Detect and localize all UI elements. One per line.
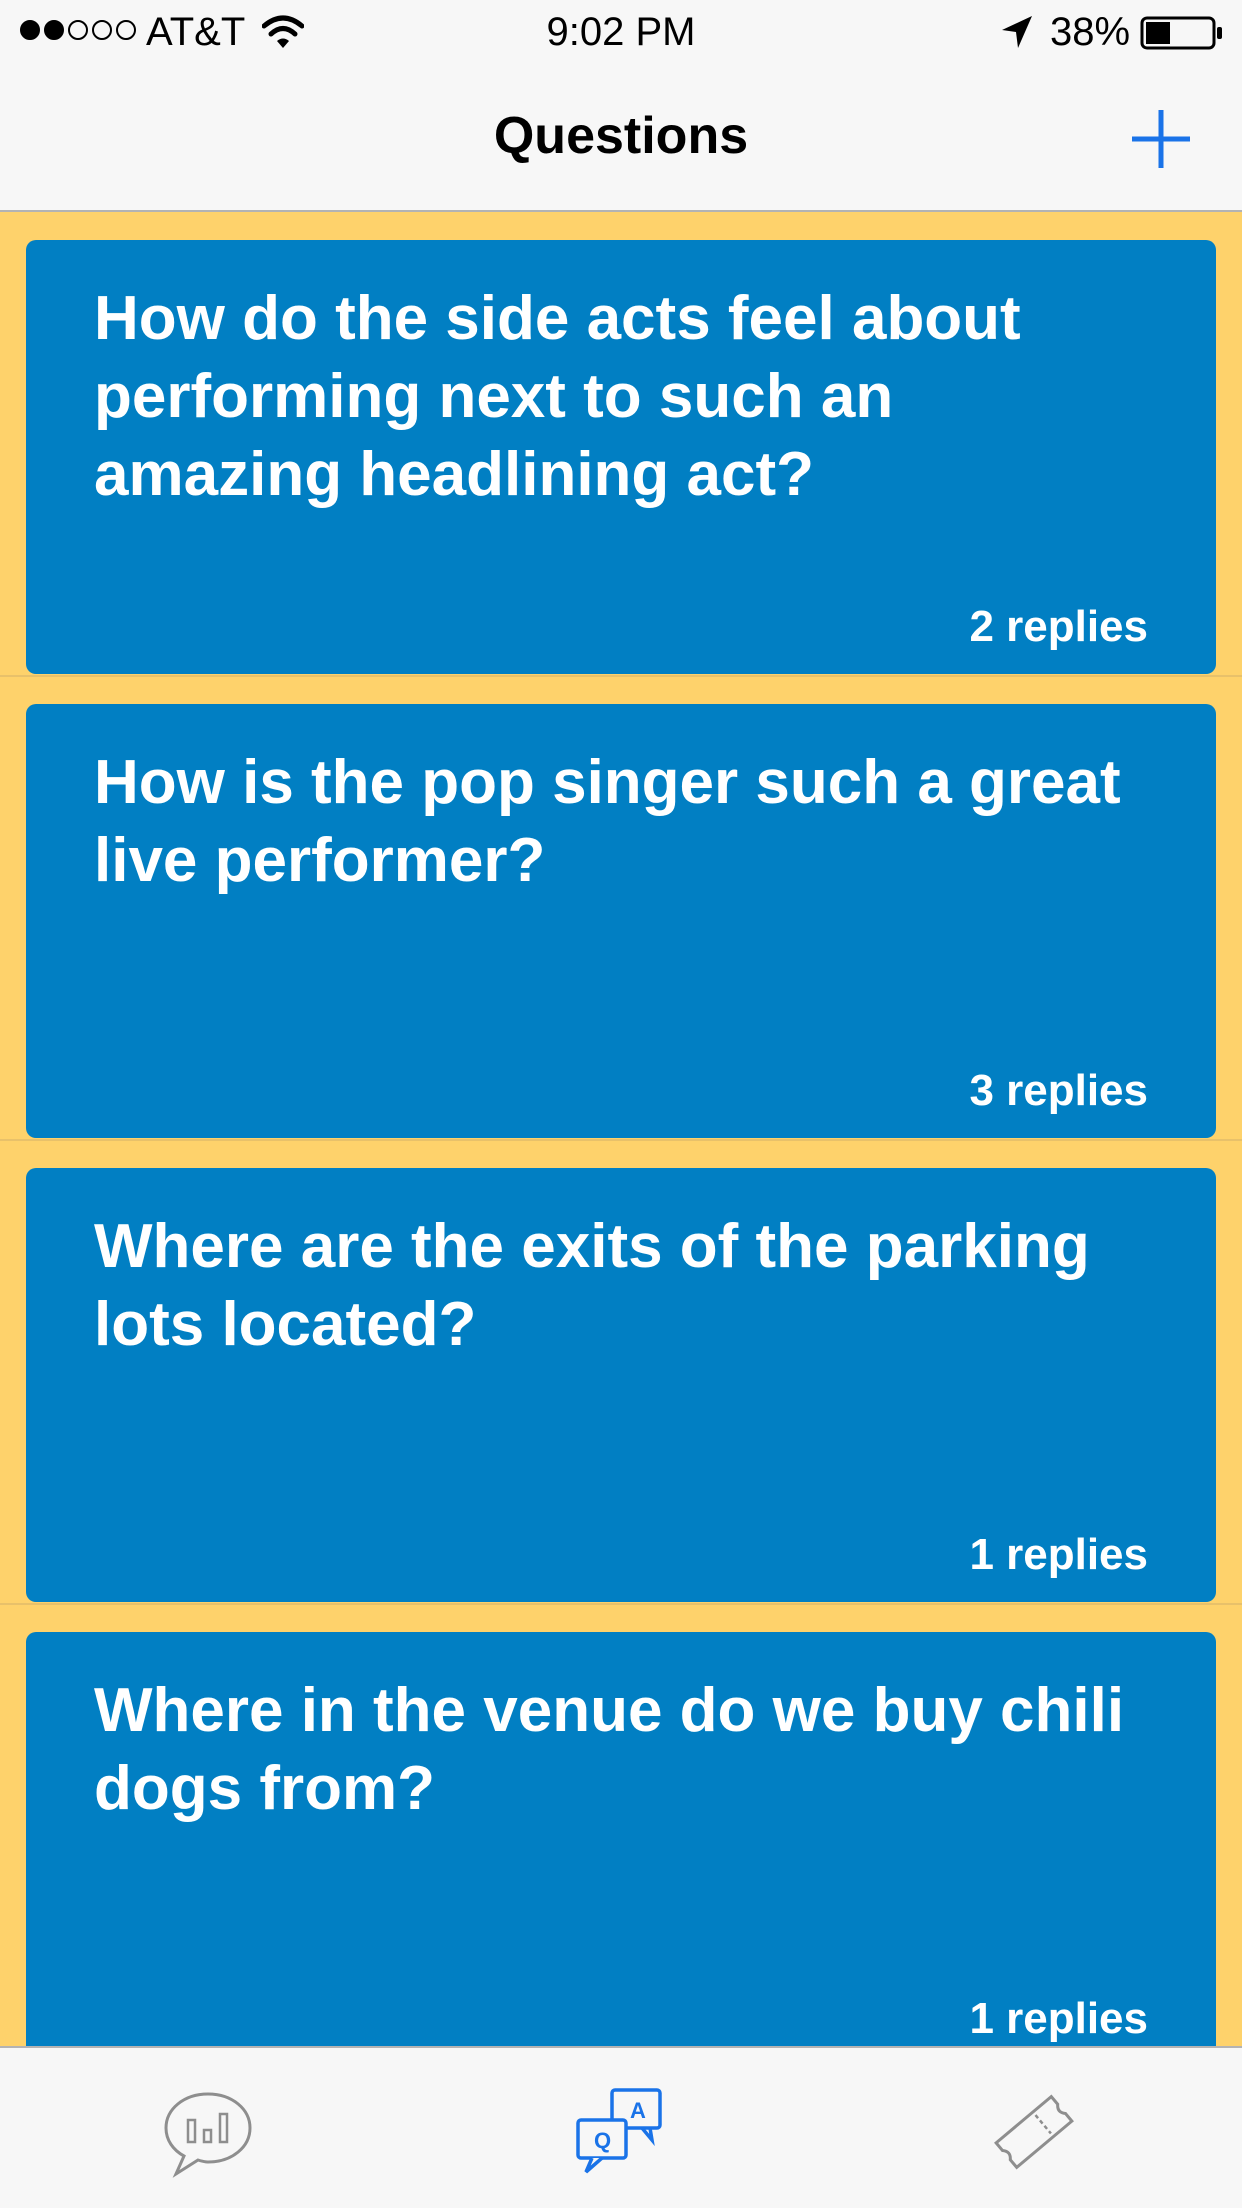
app-screen: AT&T 9:02 PM 38% Questions How do the si…	[0, 0, 1242, 2208]
battery-percentage: 38%	[1050, 10, 1131, 54]
chat-bubble-chart-icon[interactable]	[158, 2082, 258, 2182]
location-arrow-icon	[1002, 16, 1032, 48]
question-list[interactable]: How do the side acts feel about performi…	[0, 212, 1242, 2046]
reply-count: 1 replies	[969, 1994, 1148, 2043]
question-card[interactable]: Where are the exits of the parking lots …	[26, 1168, 1216, 1602]
battery-icon	[1140, 16, 1222, 50]
reply-count: 2 replies	[969, 602, 1148, 651]
question-card[interactable]: Where in the venue do we buy chili dogs …	[26, 1632, 1216, 2046]
list-separator	[0, 675, 1242, 677]
list-separator	[0, 1139, 1242, 1141]
svg-text:A: A	[630, 2098, 646, 2123]
question-card[interactable]: How do the side acts feel about performi…	[26, 240, 1216, 674]
page-title: Questions	[493, 107, 749, 165]
list-separator	[0, 1603, 1242, 1605]
question-text: How is the pop singer such a great live …	[94, 748, 1121, 895]
tab-bar: A Q	[0, 2046, 1242, 2208]
question-text: Where in the venue do we buy chili dogs …	[94, 1676, 1125, 1823]
question-text: Where are the exits of the parking lots …	[94, 1212, 1090, 1359]
qa-bubbles-icon[interactable]: A Q	[572, 2082, 672, 2182]
ticket-icon[interactable]	[984, 2082, 1084, 2182]
question-text: How do the side acts feel about performi…	[94, 284, 1021, 509]
reply-count: 3 replies	[969, 1066, 1148, 1115]
reply-count: 1 replies	[969, 1530, 1148, 1579]
navigation-bar: Questions	[0, 66, 1242, 212]
question-card[interactable]: How is the pop singer such a great live …	[26, 704, 1216, 1138]
add-question-button[interactable]	[1128, 106, 1194, 172]
svg-text:Q: Q	[594, 2128, 611, 2153]
status-bar: AT&T 9:02 PM 38%	[0, 0, 1242, 66]
